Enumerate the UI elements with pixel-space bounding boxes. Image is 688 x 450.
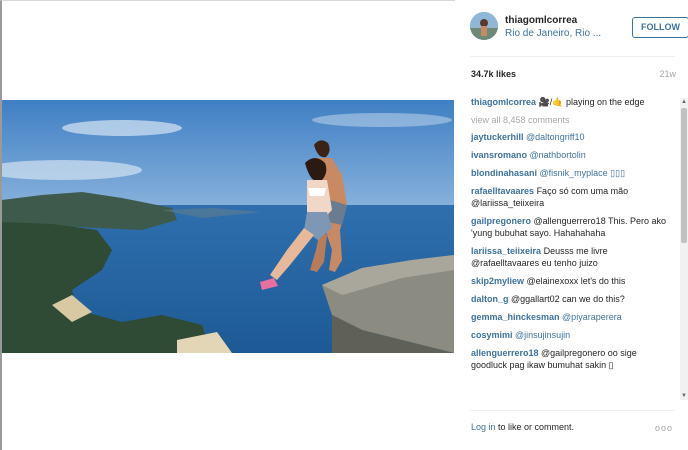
comment-username[interactable]: jaytuckerhill <box>471 132 524 142</box>
comment-username[interactable]: blondinahasani <box>471 168 537 178</box>
login-prompt-text: to like or comment. <box>495 422 575 432</box>
caption-text: 🎥/🤙 playing on the edge <box>536 97 645 107</box>
divider <box>470 410 675 411</box>
scroll-thumb[interactable] <box>681 108 687 243</box>
comment-item: dalton_g @ggallart02 can we do this? <box>471 293 668 305</box>
comment-item: allenguerrero18 @gailpregonero oo sige g… <box>471 347 668 371</box>
comment-text: @nathbortolin <box>527 150 586 160</box>
likes-row: 34.7k likes 21w <box>471 69 676 79</box>
follow-button[interactable]: FOLLOW <box>632 17 688 38</box>
comment-username[interactable]: lariissa_teiixeira <box>471 246 541 256</box>
avatar-image <box>470 12 498 40</box>
comment-item: rafaelltavaares Faço só com uma mão @lar… <box>471 185 668 209</box>
comment-item: cosymimi @jinsujinsujin <box>471 329 668 341</box>
comment-text: @ggallart02 can we do this? <box>508 294 625 304</box>
comment-item: jaytuckerhill @daltongriff10 <box>471 131 668 143</box>
comment-footer: Log in to like or comment. <box>471 422 676 432</box>
post-location[interactable]: Rio de Janeiro, Rio ... <box>505 28 601 39</box>
comment-text: @piyaraperera <box>559 312 622 322</box>
post-photo[interactable] <box>2 100 454 353</box>
post-header: thiagomlcorrea Rio de Janeiro, Rio ... F… <box>470 12 688 44</box>
comment-item: skip2myliew @elainexoxx let's do this <box>471 275 668 287</box>
post-username[interactable]: thiagomlcorrea <box>505 15 577 26</box>
comment-username[interactable]: skip2myliew <box>471 276 524 286</box>
comment-username[interactable]: dalton_g <box>471 294 509 304</box>
comment-item: lariissa_teiixeira Deusss me livre @rafa… <box>471 245 668 269</box>
comment-item: blondinahasani @fisnik_myplace ▯▯▯ <box>471 167 668 179</box>
post-photo-image <box>2 100 454 353</box>
login-link[interactable]: Log in <box>471 422 496 432</box>
comment-text: @fisnik_myplace ▯▯▯ <box>537 168 626 178</box>
likes-count[interactable]: 34.7k likes <box>471 69 516 79</box>
avatar[interactable] <box>470 12 498 40</box>
more-options-icon[interactable]: ooo <box>655 423 673 433</box>
comment-username[interactable]: ivansromano <box>471 150 527 160</box>
comments-scrollbar[interactable]: ▲ ▼ <box>680 98 688 400</box>
comments-list: thiagomlcorrea 🎥/🤙 playing on the edge v… <box>471 96 668 398</box>
post-sidebar: thiagomlcorrea Rio de Janeiro, Rio ... F… <box>455 0 688 450</box>
scroll-up-arrow-icon[interactable]: ▲ <box>681 98 687 106</box>
comment-item: gemma_hinckesman @piyaraperera <box>471 311 668 323</box>
comment-text: @jinsujinsujin <box>512 330 571 340</box>
comment-username[interactable]: rafaelltavaares <box>471 186 534 196</box>
comment-item: gailpregonero @allenguerrero18 This. Per… <box>471 215 668 239</box>
caption: thiagomlcorrea 🎥/🤙 playing on the edge <box>471 96 668 108</box>
comment-username[interactable]: allenguerrero18 <box>471 348 539 358</box>
caption-username[interactable]: thiagomlcorrea <box>471 97 536 107</box>
comment-item: ivansromano @nathbortolin <box>471 149 668 161</box>
comment-text: @elainexoxx let's do this <box>524 276 626 286</box>
comment-text: @daltongriff10 <box>523 132 585 142</box>
post-time[interactable]: 21w <box>659 69 676 79</box>
comment-username[interactable]: cosymimi <box>471 330 513 340</box>
comment-username[interactable]: gailpregonero <box>471 216 531 226</box>
view-all-comments-link[interactable]: view all 8,458 comments <box>471 114 668 126</box>
comment-username[interactable]: gemma_hinckesman <box>471 312 560 322</box>
divider <box>470 56 675 57</box>
scroll-down-arrow-icon[interactable]: ▼ <box>681 392 687 400</box>
